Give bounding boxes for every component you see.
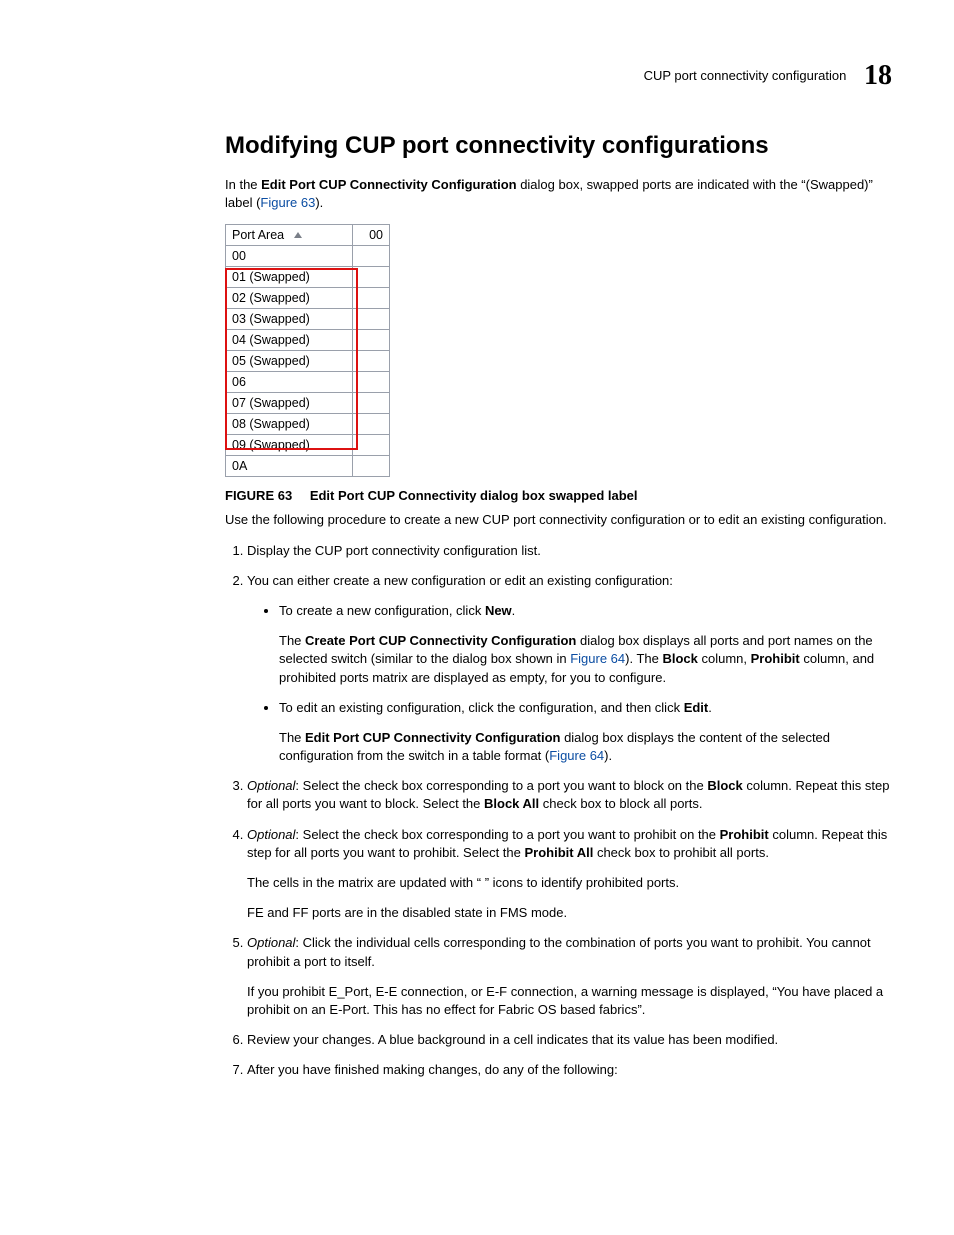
- port-area-table: Port Area 00 00 01 (Swapped) 02 (Swapped…: [225, 224, 390, 477]
- table-row[interactable]: 03 (Swapped): [226, 309, 353, 330]
- step-note: The cells in the matrix are updated with…: [247, 874, 892, 892]
- column-name: Block: [662, 651, 697, 666]
- table-row[interactable]: 01 (Swapped): [226, 267, 353, 288]
- text: The: [279, 730, 305, 745]
- table-row[interactable]: 08 (Swapped): [226, 414, 353, 435]
- table-cell[interactable]: [353, 288, 390, 309]
- checkbox-name: Prohibit All: [524, 845, 593, 860]
- step-note: If you prohibit E_Port, E-E connection, …: [247, 983, 892, 1019]
- text: To edit an existing configuration, click…: [279, 700, 684, 715]
- running-header: CUP port connectivity configuration 18: [225, 60, 892, 92]
- step-text: Display the CUP port connectivity config…: [247, 543, 541, 558]
- table-cell[interactable]: [353, 351, 390, 372]
- text: : Select the check box corresponding to …: [295, 778, 707, 793]
- text: .: [708, 700, 712, 715]
- optional-label: Optional: [247, 935, 295, 950]
- optional-label: Optional: [247, 778, 295, 793]
- step-text: You can either create a new configuratio…: [247, 572, 892, 590]
- bullet-edit-config: To edit an existing configuration, click…: [279, 699, 892, 766]
- text: : Click the individual cells correspondi…: [247, 935, 871, 968]
- figure-63: Port Area 00 00 01 (Swapped) 02 (Swapped…: [225, 224, 892, 503]
- step-6: Review your changes. A blue background i…: [247, 1031, 892, 1049]
- table-cell[interactable]: [353, 330, 390, 351]
- sort-ascending-icon[interactable]: [294, 232, 302, 238]
- column-name: Prohibit: [751, 651, 800, 666]
- table-row[interactable]: 06: [226, 372, 353, 393]
- table-row[interactable]: 07 (Swapped): [226, 393, 353, 414]
- text: check box to block all ports.: [539, 796, 702, 811]
- page: CUP port connectivity configuration 18 M…: [0, 0, 954, 1235]
- text: In the: [225, 177, 261, 192]
- text: To create a new configuration, click: [279, 603, 485, 618]
- table-row[interactable]: 04 (Swapped): [226, 330, 353, 351]
- text: ). The: [625, 651, 662, 666]
- step-2: You can either create a new configuratio…: [247, 572, 892, 766]
- table-header-port-area[interactable]: Port Area: [226, 225, 353, 246]
- figure-caption: FIGURE 63 Edit Port CUP Connectivity dia…: [225, 488, 892, 503]
- text: ).: [604, 748, 612, 763]
- step-5: Optional: Click the individual cells cor…: [247, 934, 892, 1019]
- step-3: Optional: Select the check box correspon…: [247, 777, 892, 813]
- optional-label: Optional: [247, 827, 295, 842]
- figure-link[interactable]: Figure 64: [570, 651, 625, 666]
- button-label-new: New: [485, 603, 512, 618]
- table-cell[interactable]: [353, 372, 390, 393]
- dialog-name: Edit Port CUP Connectivity Configuration: [305, 730, 560, 745]
- table-cell[interactable]: [353, 456, 390, 477]
- step-4: Optional: Select the check box correspon…: [247, 826, 892, 923]
- checkbox-name: Block All: [484, 796, 539, 811]
- dialog-name: Edit Port CUP Connectivity Configuration: [261, 177, 516, 192]
- table-header-col2[interactable]: 00: [353, 225, 390, 246]
- table-cell[interactable]: [353, 393, 390, 414]
- text: .: [512, 603, 516, 618]
- running-title: CUP port connectivity configuration: [644, 68, 847, 83]
- button-label-edit: Edit: [684, 700, 709, 715]
- instruction-paragraph: Use the following procedure to create a …: [225, 511, 892, 529]
- step-text: After you have finished making changes, …: [247, 1062, 618, 1077]
- figure-caption-text: Edit Port CUP Connectivity dialog box sw…: [310, 488, 638, 503]
- table-cell[interactable]: [353, 309, 390, 330]
- figure-link[interactable]: Figure 64: [549, 748, 604, 763]
- dialog-name: Create Port CUP Connectivity Configurati…: [305, 633, 576, 648]
- table-row[interactable]: 02 (Swapped): [226, 288, 353, 309]
- bullet-new-config: To create a new configuration, click New…: [279, 602, 892, 687]
- column-name: Prohibit: [720, 827, 769, 842]
- figure-link[interactable]: Figure 63: [260, 195, 315, 210]
- figure-label: FIGURE 63: [225, 488, 292, 503]
- intro-paragraph: In the Edit Port CUP Connectivity Config…: [225, 176, 892, 212]
- procedure-steps: Display the CUP port connectivity config…: [225, 542, 892, 1080]
- step-1: Display the CUP port connectivity config…: [247, 542, 892, 560]
- table-row[interactable]: 0A: [226, 456, 353, 477]
- step-text: Review your changes. A blue background i…: [247, 1032, 778, 1047]
- section-heading: Modifying CUP port connectivity configur…: [225, 132, 892, 160]
- table-cell[interactable]: [353, 414, 390, 435]
- text: The: [279, 633, 305, 648]
- chapter-number: 18: [864, 60, 892, 91]
- text: check box to prohibit all ports.: [593, 845, 769, 860]
- table-row[interactable]: 00: [226, 246, 353, 267]
- step-note: FE and FF ports are in the disabled stat…: [247, 904, 892, 922]
- text: : Select the check box corresponding to …: [295, 827, 719, 842]
- column-name: Block: [707, 778, 742, 793]
- table-cell[interactable]: [353, 246, 390, 267]
- table-row[interactable]: 09 (Swapped): [226, 435, 353, 456]
- table-row[interactable]: 05 (Swapped): [226, 351, 353, 372]
- table-cell[interactable]: [353, 435, 390, 456]
- step-7: After you have finished making changes, …: [247, 1061, 892, 1079]
- col-header-text: Port Area: [232, 228, 284, 242]
- table-cell[interactable]: [353, 267, 390, 288]
- text: ).: [315, 195, 323, 210]
- text: column,: [698, 651, 751, 666]
